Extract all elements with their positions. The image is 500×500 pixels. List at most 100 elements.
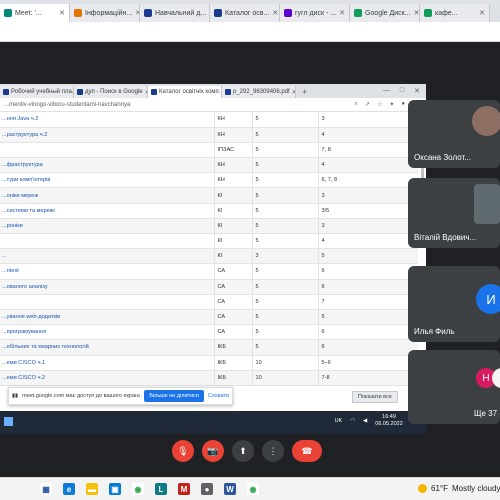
present-button[interactable]: ⬆ [232, 440, 254, 462]
app-l-icon[interactable]: L [155, 483, 167, 495]
inner-system-tray: UK ◠ ◀ 16:49 06.05.2022 ▭ [335, 414, 416, 428]
outer-tab[interactable]: Навчальний д...✕ [140, 4, 210, 22]
participant-name: Илья Филь [414, 327, 455, 336]
course-credits: 10 [251, 370, 318, 386]
inner-tab-label: дуп - Поиск в Google [85, 89, 143, 95]
inner-address-bar: ...mentiv-vinogo-viboru-studentami-navch… [0, 98, 426, 112]
outer-address-bar [0, 22, 500, 42]
table-row: ...ння Java ч.2 КН 5 3 [0, 112, 418, 128]
minimize-icon: — [382, 87, 390, 94]
inner-tab-label: Каталог освітніх комп... [159, 89, 222, 95]
present-icon: ⬆ [239, 445, 247, 456]
table-row: ІПЗАС 5 7, 8 [0, 142, 418, 159]
course-name: ...тури комп'ютерів [0, 172, 214, 189]
inner-window-controls: — □ ✕ [377, 87, 426, 98]
moodle-icon [144, 9, 152, 17]
course-dept: КІ [213, 233, 252, 250]
course-semester: 7-8 [317, 370, 418, 386]
camera-off-icon: 📷 [207, 445, 219, 456]
participant-tile[interactable]: Оксана Золот... [408, 100, 500, 168]
course-dept: КН [213, 157, 252, 174]
course-name: ...програмування [0, 324, 214, 341]
inner-tab-strip: Робочий учебный пла...✕дуп - Поиск в Goo… [0, 84, 426, 98]
course-credits: 5 [251, 294, 318, 310]
camera-off-button[interactable]: 📷 [202, 440, 224, 462]
profile-icon: ● [401, 101, 405, 107]
course-semester: 5 [317, 309, 418, 326]
course-dept: КІ [213, 248, 252, 265]
close-tab-icon[interactable]: ✕ [339, 9, 345, 17]
course-credits: 5 [251, 233, 318, 250]
table-row: СА 5 7 [0, 294, 418, 310]
task-view-icon[interactable]: ▦ [40, 483, 52, 495]
outer-tab[interactable]: Інформаційн...✕ [70, 4, 140, 22]
inner-tab: p_292_96309406.pdf✕ [222, 86, 296, 98]
star-icon: ☆ [376, 102, 383, 108]
chrome-icon[interactable]: ◉ [132, 483, 144, 495]
close-tab-icon[interactable]: ✕ [272, 9, 278, 17]
inner-tab-label: p_292_96309406.pdf [233, 89, 290, 95]
hang-up-button[interactable]: ☎ [292, 440, 322, 462]
course-semester: 6 [317, 279, 418, 295]
participant-tile[interactable]: И Илья Филь [408, 266, 500, 342]
outer-tab[interactable]: гугл диск - ... ✕ [280, 4, 350, 22]
course-semester: 3 [317, 187, 418, 204]
store-icon[interactable]: ▣ [109, 483, 121, 495]
weather-widget[interactable]: 61°F Mostly cloudy [418, 484, 500, 493]
course-dept: СА [213, 324, 252, 341]
more-participants-label: Ще 37 [474, 409, 498, 418]
inner-tab: Каталог освітніх комп...✕ [148, 86, 222, 98]
course-credits: 5 [251, 157, 318, 174]
outer-tab[interactable]: Google Диск... ✕ [350, 4, 420, 22]
doc-icon [74, 9, 82, 17]
close-tab-icon[interactable]: ✕ [414, 9, 419, 17]
outer-tab-label: гугл диск - ... [295, 9, 337, 17]
course-name: ...еми CISCO ч.2 [0, 370, 214, 386]
inner-tab-favicon [3, 89, 9, 95]
more-options-button[interactable]: ⋮ [262, 440, 284, 462]
course-credits: 5 [251, 172, 318, 189]
course-credits: 5 [251, 142, 318, 159]
stop-sharing-button: Більше не ділитися [144, 390, 204, 402]
drive-icon [424, 9, 432, 17]
wifi-icon: ◠ [350, 418, 356, 424]
outer-tab-label: Meet: '... [15, 9, 42, 17]
course-semester: 3 [317, 218, 418, 235]
outer-tab-strip: Meet: '... ✕ Інформаційн...✕Навчальний д..… [0, 0, 500, 22]
inner-taskbar: UK ◠ ◀ 16:49 06.05.2022 ▭ [0, 411, 426, 434]
file-explorer-icon[interactable]: ▬ [86, 483, 98, 495]
participant-tile[interactable]: Віталій Вдович... [408, 178, 500, 248]
inner-url: ...mentiv-vinogo-viboru-studentami-navch… [4, 101, 131, 108]
table-row: ...роніки КІ 5 3 [0, 218, 418, 235]
weather-icon [418, 484, 427, 493]
mcafee-icon[interactable]: M [178, 483, 190, 495]
app-person-icon[interactable]: ● [201, 483, 213, 495]
word-icon[interactable]: W [224, 483, 236, 495]
shared-screen: Робочий учебный пла...✕дуп - Поиск в Goo… [0, 84, 426, 434]
course-dept: СА [213, 263, 252, 280]
hang-up-icon: ☎ [301, 445, 313, 456]
course-semester: 4 [317, 233, 418, 250]
inner-tab-favicon [225, 89, 231, 95]
close-tab-icon[interactable]: ✕ [59, 9, 65, 17]
mic-off-button[interactable]: 🎙 [172, 440, 194, 462]
outer-tab[interactable]: Meet: '... ✕ [0, 4, 70, 22]
course-dept: КІ [213, 187, 252, 204]
course-dept: СА [213, 294, 252, 310]
table-row: ...ованого аналізу СА 5 6 [0, 279, 418, 295]
edge-icon[interactable]: e [63, 483, 75, 495]
more-participants-tile[interactable]: Н Ще 37 [408, 350, 500, 424]
inner-clock-date: 06.05.2022 [375, 421, 403, 427]
chrome-icon-2[interactable]: ◉ [247, 483, 259, 495]
table-row: ...обільних та хмарних технологій ІКБ 5 6 [0, 339, 418, 356]
outer-tab[interactable]: кафе... ✕ [420, 4, 490, 22]
close-tab-icon[interactable]: ✕ [479, 9, 485, 17]
course-credits: 5 [251, 127, 318, 143]
inner-clock: 16:49 06.05.2022 [375, 414, 403, 428]
course-name: ...ntext [0, 263, 214, 280]
course-name: ...оніки мереж [0, 187, 214, 204]
course-credits: 5 [251, 187, 318, 204]
course-semester: 5–6 [317, 355, 418, 371]
outer-tab[interactable]: Каталог осв... ✕ [210, 4, 280, 22]
course-credits: 10 [251, 355, 318, 371]
